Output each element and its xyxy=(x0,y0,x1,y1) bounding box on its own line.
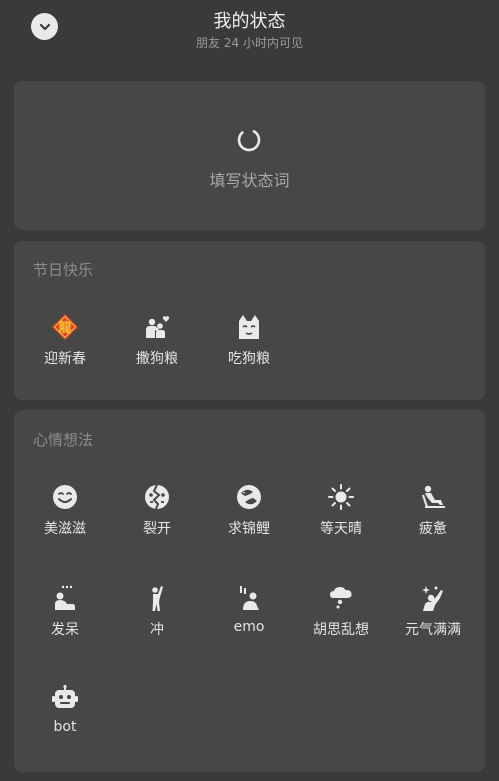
mood-section-title: 心情想法 xyxy=(33,431,94,449)
status-option-label: 撒狗粮 xyxy=(136,351,178,367)
status-option-chong[interactable]: 冲 xyxy=(111,584,203,664)
top-bar: 我的状态 朋友 24 小时内可见 xyxy=(0,0,499,60)
dragon-chunlian-icon: 龍 xyxy=(52,314,78,340)
status-option-label: bot xyxy=(53,719,77,735)
status-option-yingxinchun[interactable]: 龍 迎新春 xyxy=(19,313,111,393)
daze-person-icon xyxy=(55,585,75,610)
status-input-label[interactable]: 填写状态词 xyxy=(0,167,499,191)
cracked-face-icon xyxy=(145,484,169,510)
emo-person-icon xyxy=(240,586,259,610)
status-option-yuanqimanman[interactable]: 元气满满 xyxy=(387,584,479,664)
cat-face-icon xyxy=(239,315,259,339)
status-option-label: emo xyxy=(233,619,265,635)
loading-spinner-icon xyxy=(237,128,261,152)
status-option-sagouliang[interactable]: 撒狗粮 xyxy=(111,313,203,393)
status-option-liekai[interactable]: 裂开 xyxy=(111,483,203,563)
holiday-section-title: 节日快乐 xyxy=(33,261,94,279)
status-option-fadai[interactable]: 发呆 xyxy=(19,584,111,664)
status-option-label: 胡思乱想 xyxy=(313,622,369,638)
page-title: 我的状态 xyxy=(213,11,286,32)
energetic-person-icon xyxy=(422,586,443,611)
couple-heart-icon xyxy=(146,316,170,338)
smile-icon xyxy=(53,485,77,509)
sun-icon xyxy=(328,484,354,510)
status-option-dengtianqing[interactable]: 等天晴 xyxy=(295,483,387,563)
status-option-meizizi[interactable]: 美滋滋 xyxy=(19,483,111,563)
status-input-card[interactable] xyxy=(14,81,485,230)
status-option-label: 冲 xyxy=(150,622,164,638)
status-option-label: 迎新春 xyxy=(44,351,86,367)
cheer-person-icon xyxy=(152,586,163,611)
status-option-label: 裂开 xyxy=(143,521,171,537)
status-option-label: 求锦鲤 xyxy=(228,521,270,537)
status-option-label: 发呆 xyxy=(51,622,79,638)
koi-fish-icon xyxy=(237,485,261,509)
status-option-label: 等天晴 xyxy=(320,521,362,537)
status-option-chigouliang[interactable]: 吃狗粮 xyxy=(203,313,295,393)
svg-text:龍: 龍 xyxy=(58,320,71,336)
tired-person-icon xyxy=(422,485,445,508)
status-option-label: 美滋滋 xyxy=(44,521,86,537)
thought-cloud-icon xyxy=(330,587,352,609)
robot-icon xyxy=(52,684,78,708)
status-option-qiujinli[interactable]: 求锦鲤 xyxy=(203,483,295,563)
status-option-emo[interactable]: emo xyxy=(203,584,295,664)
status-option-label: 元气满满 xyxy=(405,622,461,638)
status-option-bot[interactable]: bot xyxy=(19,684,111,764)
status-option-pibei[interactable]: 疲惫 xyxy=(387,483,479,563)
page-subtitle: 朋友 24 小时内可见 xyxy=(196,36,303,50)
status-option-label: 疲惫 xyxy=(419,521,447,537)
status-option-label: 吃狗粮 xyxy=(228,351,270,367)
status-option-husiluanxiang[interactable]: 胡思乱想 xyxy=(295,584,387,664)
